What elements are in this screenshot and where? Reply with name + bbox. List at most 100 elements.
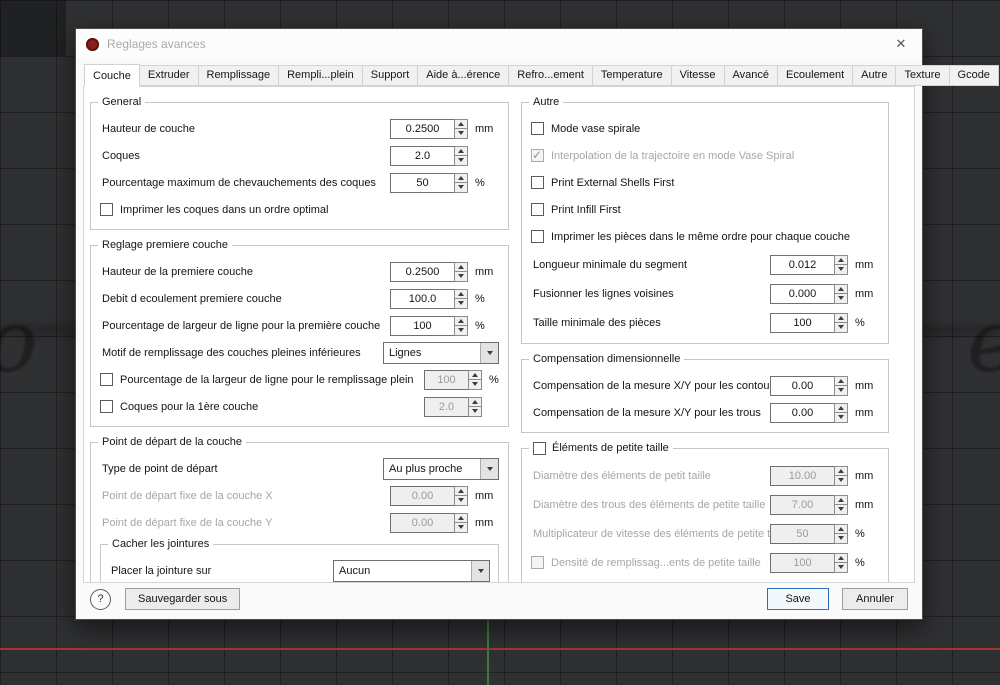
spinner-down-button[interactable] <box>834 534 848 544</box>
spinner-up-button[interactable] <box>454 172 468 183</box>
spinner-small-feature-speed-multiplier[interactable]: 50 <box>770 523 848 544</box>
checkbox-optimal-shell-order[interactable] <box>100 203 113 216</box>
tab-temperature[interactable]: Temperature <box>591 65 672 86</box>
spinner-value[interactable]: 100.0 <box>390 288 454 309</box>
spinner-up-button[interactable] <box>834 254 848 265</box>
spinner-value[interactable]: 2.0 <box>424 396 468 417</box>
spinner-up-button[interactable] <box>468 369 482 380</box>
help-icon[interactable]: ? <box>90 588 111 610</box>
tab-autre[interactable]: Autre <box>852 65 897 86</box>
tab-extruder[interactable]: Extruder <box>138 65 199 86</box>
checkbox-solid-infill-line-width[interactable] <box>100 373 113 386</box>
spinner-up-button[interactable] <box>834 402 848 413</box>
spinner-up-button[interactable] <box>468 396 482 407</box>
spinner-down-button[interactable] <box>834 323 848 333</box>
spinner-up-button[interactable] <box>454 145 468 156</box>
spinner-first-layer-height[interactable]: 0.2500 <box>390 261 468 282</box>
spinner-value[interactable]: 7.00 <box>770 494 834 515</box>
spinner-value[interactable]: 100 <box>770 552 834 573</box>
spinner-xy-compensation-holes[interactable]: 0.00 <box>770 402 848 423</box>
chevron-down-icon[interactable] <box>480 342 498 363</box>
spinner-up-button[interactable] <box>834 283 848 294</box>
spinner-value[interactable]: 50 <box>770 523 834 544</box>
spinner-value[interactable]: 0.00 <box>390 485 454 506</box>
spinner-down-button[interactable] <box>454 496 468 506</box>
spinner-down-button[interactable] <box>834 265 848 275</box>
checkbox-same-part-order[interactable] <box>531 230 544 243</box>
tab-refroidissement[interactable]: Refro...ement <box>508 65 593 86</box>
spinner-fixed-start-x[interactable]: 0.00 <box>390 485 468 506</box>
tab-couche[interactable]: Couche <box>84 64 140 87</box>
tab-vitesse[interactable]: Vitesse <box>670 65 725 86</box>
spinner-value[interactable]: 0.012 <box>770 254 834 275</box>
dropdown-start-point-type[interactable]: Au plus proche <box>383 457 499 480</box>
spinner-up-button[interactable] <box>834 465 848 476</box>
spinner-min-segment-length[interactable]: 0.012 <box>770 254 848 275</box>
spinner-shells[interactable]: 2.0 <box>390 145 468 166</box>
spinner-value[interactable]: 0.00 <box>770 402 834 423</box>
spinner-shell-overlap[interactable]: 50 <box>390 172 468 193</box>
spinner-min-part-size[interactable]: 100 <box>770 312 848 333</box>
spinner-value[interactable]: 100 <box>770 312 834 333</box>
spinner-up-button[interactable] <box>834 552 848 563</box>
spinner-fixed-start-y[interactable]: 0.00 <box>390 512 468 533</box>
spinner-down-button[interactable] <box>454 299 468 309</box>
spinner-small-feature-diameter[interactable]: 10.00 <box>770 465 848 486</box>
spinner-layer-height[interactable]: 0.2500 <box>390 118 468 139</box>
spinner-merge-neighbour-lines[interactable]: 0.000 <box>770 283 848 304</box>
spinner-down-button[interactable] <box>468 407 482 417</box>
spinner-up-button[interactable] <box>834 494 848 505</box>
tab-texture[interactable]: Texture <box>895 65 950 86</box>
spinner-value[interactable]: 100 <box>390 315 454 336</box>
chevron-down-icon[interactable] <box>480 458 498 479</box>
spinner-value[interactable]: 0.00 <box>770 375 834 396</box>
checkbox-first-layer-shells[interactable] <box>100 400 113 413</box>
spinner-down-button[interactable] <box>454 129 468 139</box>
spinner-value[interactable]: 0.2500 <box>390 261 454 282</box>
checkbox-small-feature-infill-density[interactable] <box>531 556 544 569</box>
tab-aide-adherence[interactable]: Aide à...érence <box>417 65 510 86</box>
tab-ecoulement[interactable]: Ecoulement <box>777 65 854 86</box>
spinner-up-button[interactable] <box>454 512 468 523</box>
chevron-down-icon[interactable] <box>471 560 489 581</box>
tab-gcode[interactable]: Gcode <box>948 65 999 86</box>
spinner-xy-compensation-contours[interactable]: 0.00 <box>770 375 848 396</box>
spinner-solid-infill-line-width[interactable]: 100 <box>424 369 482 390</box>
spinner-first-layer-line-width[interactable]: 100 <box>390 315 468 336</box>
checkbox-spiral-vase-mode[interactable] <box>531 122 544 135</box>
spinner-down-button[interactable] <box>834 294 848 304</box>
spinner-up-button[interactable] <box>454 261 468 272</box>
spinner-up-button[interactable] <box>834 523 848 534</box>
checkbox-print-external-shells-first[interactable] <box>531 176 544 189</box>
spinner-value[interactable]: 0.000 <box>770 283 834 304</box>
dropdown-bottom-infill-pattern[interactable]: Lignes <box>383 341 499 364</box>
spinner-up-button[interactable] <box>454 315 468 326</box>
spinner-down-button[interactable] <box>454 523 468 533</box>
spinner-value[interactable]: 100 <box>424 369 468 390</box>
tab-remplissage[interactable]: Remplissage <box>197 65 280 86</box>
spinner-up-button[interactable] <box>454 118 468 129</box>
checkbox-spiral-interpolation[interactable] <box>531 148 544 162</box>
spinner-value[interactable]: 0.00 <box>390 512 454 533</box>
dropdown-seam-placement[interactable]: Aucun <box>333 559 490 582</box>
save-as-button[interactable]: Sauvegarder sous <box>125 588 241 610</box>
tab-support[interactable]: Support <box>361 65 419 86</box>
spinner-down-button[interactable] <box>834 413 848 423</box>
spinner-up-button[interactable] <box>454 485 468 496</box>
checkbox-print-infill-first[interactable] <box>531 203 544 216</box>
spinner-down-button[interactable] <box>834 505 848 515</box>
spinner-first-layer-shells[interactable]: 2.0 <box>424 396 482 417</box>
spinner-first-layer-flow[interactable]: 100.0 <box>390 288 468 309</box>
spinner-value[interactable]: 10.00 <box>770 465 834 486</box>
spinner-down-button[interactable] <box>834 476 848 486</box>
spinner-small-hole-diameter[interactable]: 7.00 <box>770 494 848 515</box>
spinner-value[interactable]: 50 <box>390 172 454 193</box>
spinner-small-feature-infill-density[interactable]: 100 <box>770 552 848 573</box>
spinner-down-button[interactable] <box>834 386 848 396</box>
spinner-up-button[interactable] <box>834 312 848 323</box>
close-icon[interactable]: ✕ <box>890 33 912 55</box>
spinner-up-button[interactable] <box>834 375 848 386</box>
cancel-button[interactable]: Annuler <box>842 588 908 610</box>
checkbox-small-features[interactable] <box>533 442 546 455</box>
spinner-down-button[interactable] <box>454 183 468 193</box>
